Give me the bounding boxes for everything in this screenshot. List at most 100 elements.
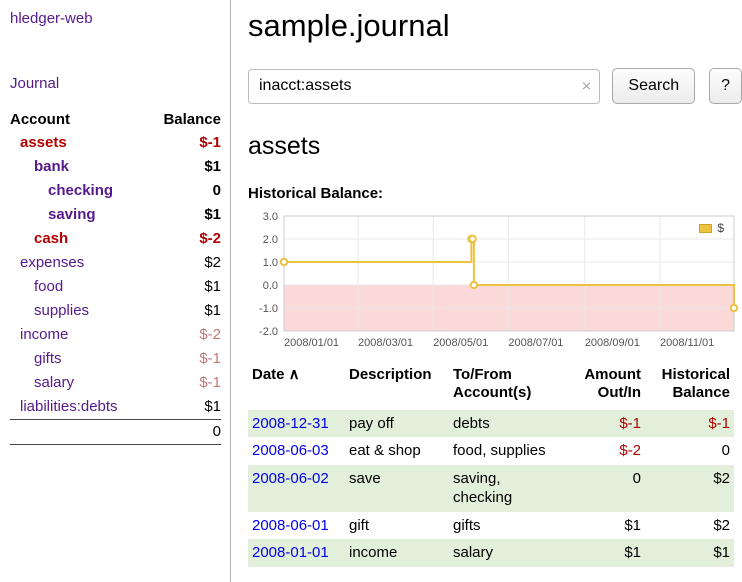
account-link-liabilities-debts[interactable]: liabilities:debts	[20, 398, 118, 415]
accounts-header-account: Account	[10, 108, 147, 131]
transaction-historical-balance: $2	[645, 465, 734, 512]
account-link-supplies[interactable]: supplies	[34, 302, 89, 319]
account-balance: $-1	[147, 131, 221, 155]
transaction-row: 2008-06-01 giftgifts$1$2	[248, 512, 734, 540]
transaction-amount: 0	[579, 465, 645, 512]
svg-text:2.0: 2.0	[263, 234, 278, 246]
account-balance: $1	[147, 203, 221, 227]
account-balance: $2	[147, 251, 221, 275]
account-row: bank $1	[10, 155, 221, 179]
svg-text:-2.0: -2.0	[259, 326, 278, 338]
transaction-accounts: food, supplies	[449, 437, 579, 465]
transaction-amount: $1	[579, 512, 645, 540]
transaction-description: eat & shop	[345, 437, 449, 465]
account-balance: $1	[147, 395, 221, 420]
account-heading: assets	[248, 132, 742, 161]
legend-color-swatch	[699, 224, 712, 233]
chart-legend: $	[695, 219, 728, 237]
account-link-gifts[interactable]: gifts	[34, 350, 62, 367]
account-link-income[interactable]: income	[20, 326, 68, 343]
svg-text:-1.0: -1.0	[259, 303, 278, 315]
transaction-description: gift	[345, 512, 449, 540]
account-balance: $1	[147, 155, 221, 179]
transaction-row: 2008-01-01incomesalary$1$1	[248, 539, 734, 567]
transaction-date-link[interactable]: 2008-06-01	[252, 517, 329, 534]
transaction-amount: $1	[579, 539, 645, 567]
transaction-row: 2008-06-02savesaving,checking0$2	[248, 465, 734, 512]
txn-col-header-date[interactable]: Date ∧	[248, 364, 345, 410]
account-row: food $1	[10, 275, 221, 299]
historical-balance-chart: 3.0 2.0 1.0 0.0 -1.0 -2.0 2008/01/01 2008/03/01…	[248, 210, 740, 352]
account-link-expenses[interactable]: expenses	[20, 254, 84, 271]
help-button[interactable]: ?	[709, 68, 742, 104]
account-row: liabilities:debts $1	[10, 395, 221, 420]
search-box: ×	[248, 69, 600, 104]
transaction-amount: $-2	[579, 437, 645, 465]
account-row: cash $-2	[10, 227, 221, 251]
txn-col-header-amount-outin: AmountOut/In	[579, 364, 645, 410]
accounts-table: Account Balance assets $-1 bank $1 checking 0…	[10, 108, 221, 445]
transaction-accounts: gifts	[449, 512, 579, 540]
sort-ascending-icon: ∧	[285, 366, 300, 383]
transaction-historical-balance: 0	[645, 437, 734, 465]
account-link-checking[interactable]: checking	[48, 182, 113, 199]
account-balance: $-1	[147, 347, 221, 371]
svg-text:0.0: 0.0	[263, 280, 278, 292]
transaction-accounts: debts	[449, 410, 579, 438]
transaction-historical-balance: $2	[645, 512, 734, 540]
app-title-link[interactable]: hledger-web	[10, 10, 221, 27]
transaction-date-link[interactable]: 2008-01-01	[252, 544, 329, 561]
transaction-historical-balance: $-1	[645, 410, 734, 438]
transaction-historical-balance: $1	[645, 539, 734, 567]
svg-text:3.0: 3.0	[263, 211, 278, 223]
page-title: sample.journal	[248, 8, 742, 44]
txn-col-header-tofrom-accounts: To/FromAccount(s)	[449, 364, 579, 410]
accounts-total-value: 0	[10, 420, 221, 445]
account-row: saving $1	[10, 203, 221, 227]
account-link-bank[interactable]: bank	[34, 158, 69, 175]
svg-text:2008/03/01: 2008/03/01	[358, 337, 413, 349]
svg-text:1.0: 1.0	[263, 257, 278, 269]
account-row: gifts $-1	[10, 347, 221, 371]
transactions-table: Date ∧DescriptionTo/FromAccount(s)Amount…	[248, 364, 734, 567]
clear-search-icon[interactable]: ×	[581, 78, 591, 95]
account-balance: $1	[147, 275, 221, 299]
svg-text:2008/07/01: 2008/07/01	[508, 337, 563, 349]
transaction-row: 2008-06-03 eat & shopfood, supplies$-20	[248, 437, 734, 465]
transaction-date-link[interactable]: 2008-06-03	[252, 442, 329, 459]
chart-title: Historical Balance:	[248, 185, 742, 202]
accounts-total-row: 0	[10, 420, 221, 445]
transaction-date-link[interactable]: 2008-12-31	[252, 415, 329, 432]
account-balance: 0	[147, 179, 221, 203]
account-link-saving[interactable]: saving	[48, 206, 96, 223]
chart-plot-area: 3.0 2.0 1.0 0.0 -1.0 -2.0 2008/01/01 2008/03/01…	[248, 210, 740, 352]
svg-text:2008/05/01: 2008/05/01	[433, 337, 488, 349]
transaction-date-link[interactable]: 2008-06-02	[252, 470, 329, 487]
account-link-food[interactable]: food	[34, 278, 63, 295]
main-content: sample.journal × Search ? assets Histori…	[232, 0, 742, 567]
search-input[interactable]	[248, 69, 600, 104]
accounts-header-balance: Balance	[147, 108, 221, 131]
transaction-description: save	[345, 465, 449, 512]
account-link-salary[interactable]: salary	[34, 374, 74, 391]
transaction-accounts: salary	[449, 539, 579, 567]
account-balance: $1	[147, 299, 221, 323]
svg-text:2008/01/01: 2008/01/01	[284, 337, 339, 349]
account-link-cash[interactable]: cash	[34, 230, 68, 247]
account-row: income $-2	[10, 323, 221, 347]
account-row: salary$-1	[10, 371, 221, 395]
account-balance: $-2	[147, 227, 221, 251]
sidebar-item-journal[interactable]: Journal	[10, 75, 221, 92]
account-balance: $-2	[147, 323, 221, 347]
account-link-assets[interactable]: assets	[20, 134, 67, 151]
txn-col-header-description: Description	[345, 364, 449, 410]
sidebar: hledger-web Journal Account Balance asse…	[0, 0, 231, 582]
transaction-description: income	[345, 539, 449, 567]
transaction-amount: $-1	[579, 410, 645, 438]
search-form: × Search ?	[248, 68, 742, 104]
legend-label: $	[717, 221, 724, 235]
svg-text:2008/09/01: 2008/09/01	[585, 337, 640, 349]
account-row: expenses $2	[10, 251, 221, 275]
account-row: supplies $1	[10, 299, 221, 323]
search-button[interactable]: Search	[612, 68, 695, 104]
